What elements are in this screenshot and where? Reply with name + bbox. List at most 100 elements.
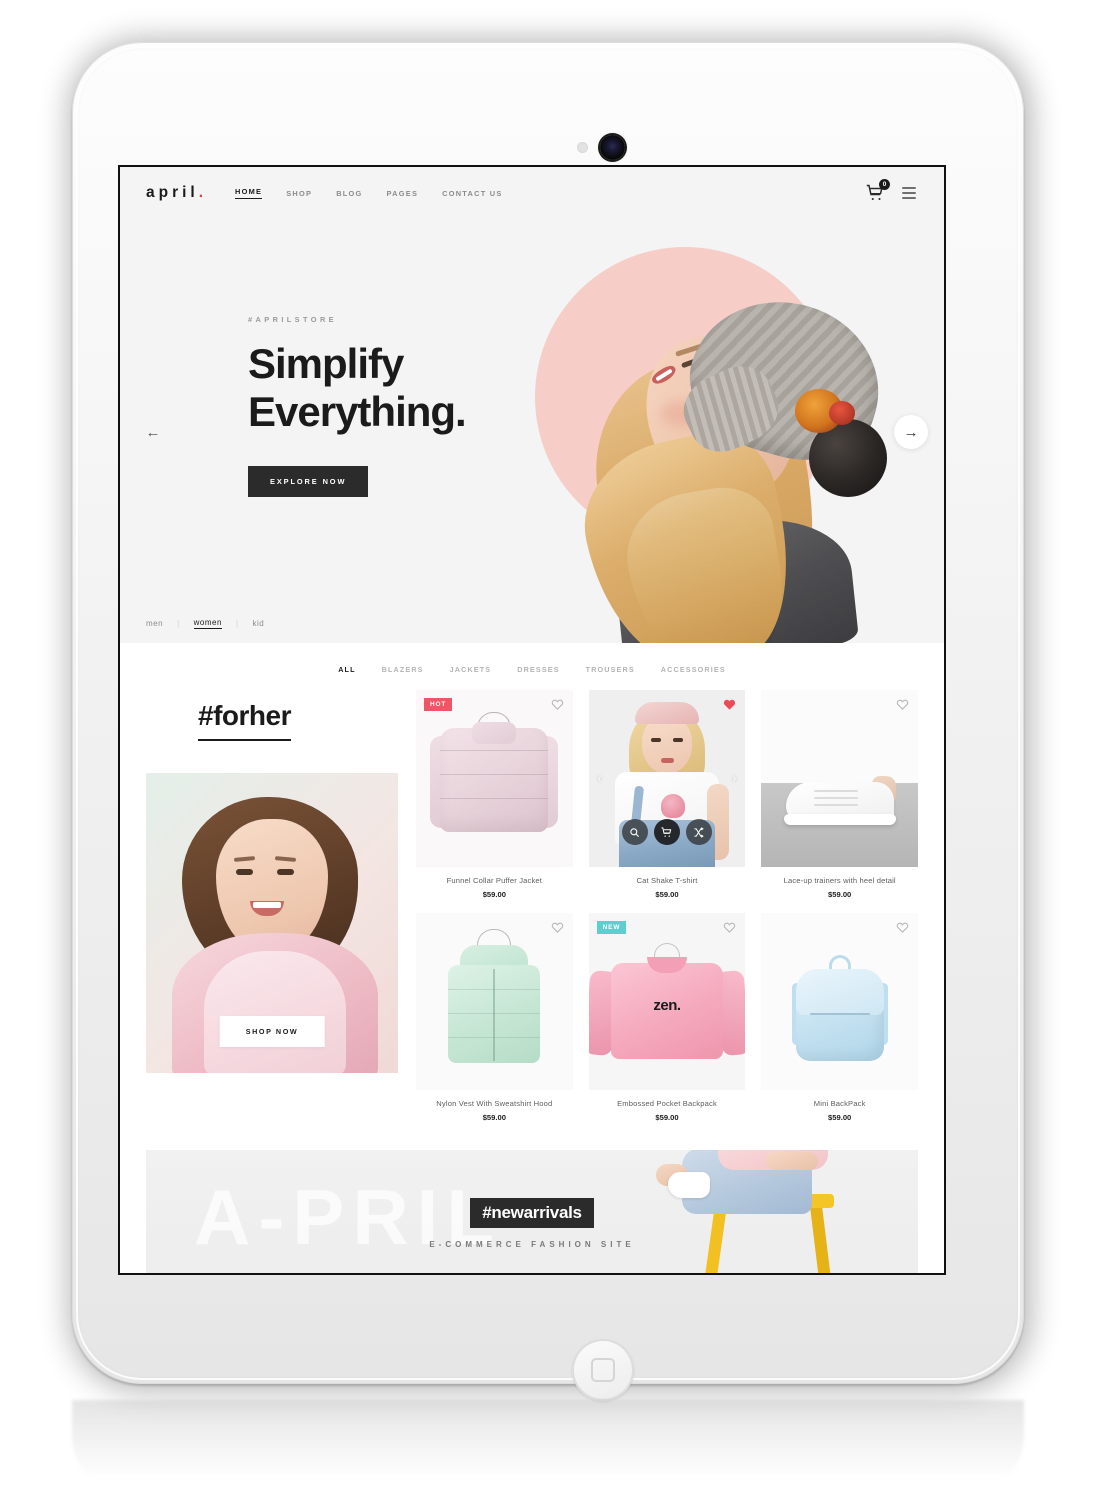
banner-model-arm (766, 1152, 818, 1170)
add-to-cart-button[interactable] (653, 819, 680, 845)
products-layout-row: #forher SHOP NOW HOT Funnel Collar Puffe… (120, 690, 944, 1122)
product-card[interactable]: HOT Funnel Collar Puffer Jacket $59.00 (416, 690, 573, 899)
hero-category-separator-1: | (177, 618, 180, 628)
filter-tab-blazers[interactable]: BLAZERS (382, 665, 424, 674)
product-image[interactable] (416, 913, 573, 1090)
hero-title: Simplify Everything. (248, 340, 520, 436)
jacket-seam (440, 798, 549, 800)
ambient-sensor-icon (577, 142, 588, 153)
tee-model-lips (660, 758, 674, 763)
promo-model-eye-right (277, 869, 294, 875)
menu-button[interactable] (900, 184, 918, 202)
site-header: april. HOME SHOP BLOG PAGES CONTACT US 0 (120, 167, 944, 219)
product-card[interactable]: Nylon Vest With Sweatshirt Hood $59.00 (416, 913, 573, 1122)
promo-shop-now-button[interactable]: SHOP NOW (219, 1016, 325, 1047)
tee-model-eye-right (672, 738, 683, 742)
page-content: april. HOME SHOP BLOG PAGES CONTACT US 0… (120, 167, 944, 1273)
product-card[interactable]: zen. NEW Embossed Pocket Backpack $59.00 (588, 913, 746, 1122)
nav-item-contact-us[interactable]: CONTACT US (442, 189, 502, 198)
explore-now-button[interactable]: EXPLORE NOW (248, 465, 369, 497)
wishlist-heart-icon[interactable] (551, 698, 564, 711)
product-prev-arrow-icon[interactable]: ‹ (598, 773, 602, 785)
promo-card[interactable]: SHOP NOW (146, 773, 398, 1073)
compare-shuffle-icon (694, 826, 705, 838)
product-name: Lace-up trainers with heel detail (783, 876, 896, 885)
tee-model-eye-left (650, 738, 661, 742)
hero-category-kid[interactable]: kid (253, 619, 265, 628)
tee-print-graphic (660, 794, 685, 818)
hero-prev-arrow-icon[interactable]: ← (136, 415, 170, 449)
quick-view-button[interactable] (621, 819, 648, 845)
search-icon (630, 827, 640, 837)
promo-heading: #forher (198, 700, 291, 741)
nav-item-shop[interactable]: SHOP (286, 189, 312, 198)
product-price: $59.00 (482, 1113, 506, 1122)
product-image[interactable]: zen. NEW (588, 913, 746, 1090)
promo-model-teeth (253, 902, 281, 908)
product-name: Embossed Pocket Backpack (617, 1099, 717, 1108)
home-button[interactable] (572, 1339, 634, 1401)
tee-model-face (641, 716, 692, 774)
device-reflection (72, 1400, 1024, 1496)
product-filter-tabs: ALL BLAZERS JACKETS DRESSES TROUSERS ACC… (120, 665, 944, 674)
banner-model-shoe (668, 1172, 710, 1198)
wishlist-heart-icon-filled[interactable] (723, 698, 736, 711)
hero-carousel: #APRILSTORE Simplify Everything. EXPLORE… (120, 219, 944, 643)
nav-item-pages[interactable]: PAGES (387, 189, 419, 198)
header-actions: 0 (866, 179, 918, 202)
filter-tab-accessories[interactable]: ACCESSORIES (661, 665, 726, 674)
shoe-lace (813, 797, 858, 799)
banner-shop-now-link[interactable]: shop now (504, 1271, 560, 1273)
backpack-flap (795, 969, 884, 1015)
banner-subtitle: E-COMMERCE FASHION SITE (429, 1240, 635, 1249)
product-card[interactable]: Lace-up trainers with heel detail $59.00 (761, 690, 918, 899)
product-card[interactable]: Mini BackPack $59.00 (761, 913, 918, 1122)
product-image[interactable] (761, 913, 918, 1090)
jacket-seam (440, 774, 549, 776)
hero-eyebrow: #APRILSTORE (248, 315, 338, 324)
shoe-lace (813, 790, 858, 792)
promo-model-eye-left (236, 869, 253, 875)
product-price: $59.00 (655, 890, 679, 899)
nav-item-blog[interactable]: BLOG (336, 189, 362, 198)
jacket-funnel-collar (472, 722, 517, 744)
banner-tag: #newarrivals (470, 1198, 594, 1228)
filter-tab-dresses[interactable]: DRESSES (517, 665, 559, 674)
wishlist-heart-icon[interactable] (896, 921, 909, 934)
hero-category-women[interactable]: women (193, 618, 222, 629)
new-arrivals-banner: A-PRIL #newarrivals E-COMMERCE FASHION S… (146, 1150, 918, 1273)
hero-title-line-2: Everything. (248, 387, 467, 435)
cart-icon (661, 826, 672, 837)
product-card[interactable]: ‹ › Cat Shake T-shirt $59.00 (588, 690, 746, 899)
site-logo[interactable]: april. (146, 184, 207, 202)
wishlist-heart-icon[interactable] (723, 921, 736, 934)
product-name: Funnel Collar Puffer Jacket (446, 876, 543, 885)
logo-text: april (146, 184, 199, 201)
hero-text-block: #APRILSTORE Simplify Everything. EXPLORE… (120, 219, 520, 497)
product-badge-new: NEW (596, 921, 627, 934)
product-grid: HOT Funnel Collar Puffer Jacket $59.00 ‹… (416, 690, 918, 1122)
hero-model-photo (513, 251, 903, 643)
product-image[interactable]: HOT (416, 690, 573, 867)
cart-count-badge: 0 (879, 179, 890, 190)
nav-item-home[interactable]: HOME (235, 187, 263, 199)
filter-tab-all[interactable]: ALL (338, 665, 355, 674)
product-image[interactable]: ‹ › (588, 690, 746, 867)
product-price: $59.00 (482, 890, 506, 899)
product-next-arrow-icon[interactable]: › (733, 773, 737, 785)
compare-button[interactable] (685, 819, 712, 845)
promo-model-jacket-inner (204, 951, 346, 1073)
tee-model-beanie (634, 702, 699, 724)
filter-tab-trousers[interactable]: TROUSERS (586, 665, 635, 674)
tablet-screen: april. HOME SHOP BLOG PAGES CONTACT US 0… (120, 167, 944, 1273)
product-badge-hot: HOT (424, 698, 453, 711)
hero-category-men[interactable]: men (146, 619, 163, 628)
screenshot-stage: april. HOME SHOP BLOG PAGES CONTACT US 0… (0, 0, 1095, 1496)
hero-next-arrow-icon[interactable]: → (894, 415, 928, 449)
wishlist-heart-icon[interactable] (551, 921, 564, 934)
cart-button[interactable]: 0 (866, 179, 890, 202)
jacket-seam (440, 750, 549, 752)
filter-tab-jackets[interactable]: JACKETS (450, 665, 492, 674)
product-image[interactable] (761, 690, 918, 867)
wishlist-heart-icon[interactable] (896, 698, 909, 711)
